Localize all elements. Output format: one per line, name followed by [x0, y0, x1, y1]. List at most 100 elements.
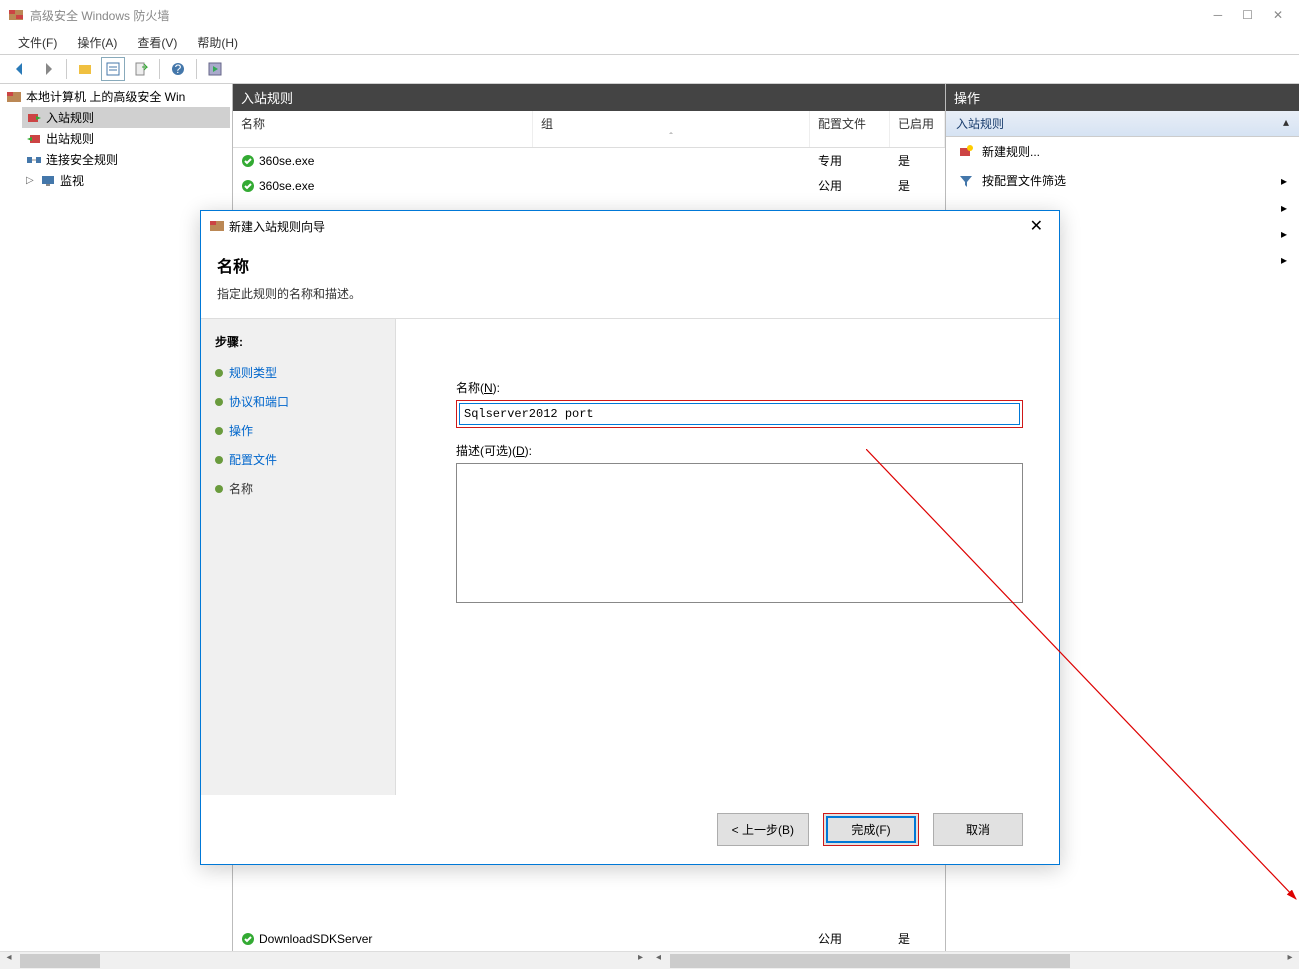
- finish-button[interactable]: 完成(F): [826, 816, 916, 843]
- description-field-label: 描述(可选)(D):: [456, 442, 1023, 459]
- bullet-icon: [215, 456, 223, 464]
- name-input-highlight: [456, 400, 1023, 428]
- rule-enabled: 是: [890, 928, 945, 949]
- collapse-icon[interactable]: ▴: [1283, 115, 1289, 132]
- svg-text:?: ?: [175, 62, 182, 76]
- expand-icon[interactable]: ▷: [26, 175, 36, 186]
- column-enabled[interactable]: 已启用: [890, 111, 945, 147]
- dialog-button-bar: < 上一步(B) 完成(F) 取消: [201, 795, 1059, 864]
- dialog-heading: 名称: [217, 253, 1043, 277]
- finish-button-highlight: 完成(F): [823, 813, 919, 846]
- table-row[interactable]: DownloadSDKServer 公用 是: [233, 926, 945, 951]
- rule-name-input[interactable]: [459, 403, 1020, 425]
- wizard-steps-sidebar: 步骤: 规则类型 协议和端口 操作 配置文件 名称: [201, 319, 396, 795]
- sort-indicator-icon: ˆ: [541, 132, 801, 143]
- menu-view[interactable]: 查看(V): [127, 32, 187, 53]
- tree-item-label: 入站规则: [46, 109, 94, 126]
- new-rule-icon: [958, 144, 974, 160]
- rule-profile: 公用: [810, 175, 890, 196]
- tree-item-outbound[interactable]: 出站规则: [22, 128, 230, 149]
- step-profile[interactable]: 配置文件: [201, 445, 395, 474]
- maximize-button[interactable]: ☐: [1242, 8, 1253, 22]
- tree-item-monitoring[interactable]: ▷ 监视: [22, 170, 230, 191]
- firewall-icon: [209, 218, 225, 234]
- bullet-icon: [215, 369, 223, 377]
- allowed-icon: [241, 154, 255, 168]
- center-header: 入站规则: [233, 84, 945, 111]
- tree-item-label: 连接安全规则: [46, 151, 118, 168]
- bullet-icon: [215, 427, 223, 435]
- rule-profile: 公用: [810, 928, 890, 949]
- submenu-arrow-icon: ▸: [1281, 201, 1287, 215]
- scroll-right-icon[interactable]: ▸: [632, 952, 650, 969]
- scroll-left-icon[interactable]: ◂: [0, 952, 18, 969]
- scroll-left-icon[interactable]: ◂: [650, 952, 668, 969]
- window-titlebar: 高级安全 Windows 防火墙 ─ ☐ ✕: [0, 0, 1299, 30]
- wizard-content: 名称(N): 描述(可选)(D):: [396, 319, 1059, 795]
- minimize-button[interactable]: ─: [1214, 8, 1223, 22]
- allowed-icon: [241, 179, 255, 193]
- menu-bar: 文件(F) 操作(A) 查看(V) 帮助(H): [0, 30, 1299, 54]
- rule-description-input[interactable]: [456, 463, 1023, 603]
- filter-icon: [958, 173, 974, 189]
- column-name[interactable]: 名称: [233, 111, 533, 147]
- step-name[interactable]: 名称: [201, 474, 395, 503]
- toolbar-separator: [66, 59, 67, 79]
- play-button[interactable]: [203, 57, 227, 81]
- toolbar: ?: [0, 54, 1299, 84]
- tree-root-label: 本地计算机 上的高级安全 Win: [26, 88, 185, 105]
- list-button[interactable]: [101, 57, 125, 81]
- action-label: 按配置文件筛选: [982, 172, 1066, 189]
- rule-name: 360se.exe: [259, 154, 314, 168]
- export-button[interactable]: [129, 57, 153, 81]
- column-profile[interactable]: 配置文件: [810, 111, 890, 147]
- action-filter-profile[interactable]: 按配置文件筛选 ▸: [946, 166, 1299, 195]
- dialog-subheading: 指定此规则的名称和描述。: [217, 285, 1043, 302]
- rule-enabled: 是: [890, 150, 945, 171]
- menu-help[interactable]: 帮助(H): [187, 32, 248, 53]
- step-rule-type[interactable]: 规则类型: [201, 358, 395, 387]
- bullet-icon: [215, 485, 223, 493]
- submenu-arrow-icon: ▸: [1281, 174, 1287, 188]
- firewall-icon: [6, 89, 22, 105]
- toolbar-separator: [159, 59, 160, 79]
- inbound-icon: [26, 110, 42, 126]
- tree-root[interactable]: 本地计算机 上的高级安全 Win: [2, 86, 230, 107]
- dialog-titlebar: 新建入站规则向导 ✕: [201, 211, 1059, 241]
- horizontal-scrollbar[interactable]: ◂ ▸ ◂ ▸: [0, 951, 1299, 969]
- table-header: 名称 组ˆ 配置文件 已启用: [233, 111, 945, 148]
- tree-item-connection-security[interactable]: 连接安全规则: [22, 149, 230, 170]
- action-new-rule[interactable]: 新建规则...: [946, 137, 1299, 166]
- table-row[interactable]: 360se.exe 专用 是: [233, 148, 945, 173]
- dialog-close-button[interactable]: ✕: [1022, 216, 1051, 236]
- menu-file[interactable]: 文件(F): [8, 32, 67, 53]
- rule-name: DownloadSDKServer: [259, 932, 372, 946]
- step-action[interactable]: 操作: [201, 416, 395, 445]
- close-button[interactable]: ✕: [1273, 8, 1283, 22]
- forward-button[interactable]: [36, 57, 60, 81]
- window-title: 高级安全 Windows 防火墙: [30, 7, 1214, 24]
- help-button[interactable]: ?: [166, 57, 190, 81]
- tree-item-label: 出站规则: [46, 130, 94, 147]
- step-protocol-port[interactable]: 协议和端口: [201, 387, 395, 416]
- connection-icon: [26, 152, 42, 168]
- tree-item-inbound[interactable]: 入站规则: [22, 107, 230, 128]
- folder-button[interactable]: [73, 57, 97, 81]
- name-field-label: 名称(N):: [456, 379, 1023, 396]
- back-button[interactable]: [8, 57, 32, 81]
- menu-action[interactable]: 操作(A): [67, 32, 127, 53]
- back-button[interactable]: < 上一步(B): [717, 813, 809, 846]
- toolbar-separator: [196, 59, 197, 79]
- rule-name: 360se.exe: [259, 179, 314, 193]
- cancel-button[interactable]: 取消: [933, 813, 1023, 846]
- bullet-icon: [215, 398, 223, 406]
- monitor-icon: [40, 173, 56, 189]
- new-rule-wizard-dialog: 新建入站规则向导 ✕ 名称 指定此规则的名称和描述。 步骤: 规则类型 协议和端…: [200, 210, 1060, 865]
- column-group[interactable]: 组ˆ: [533, 111, 810, 147]
- steps-title: 步骤:: [201, 329, 395, 358]
- table-row[interactable]: 360se.exe 公用 是: [233, 173, 945, 198]
- rule-enabled: 是: [890, 175, 945, 196]
- scroll-right-icon[interactable]: ▸: [1281, 952, 1299, 969]
- actions-section-header[interactable]: 入站规则 ▴: [946, 111, 1299, 137]
- action-label: 新建规则...: [982, 143, 1040, 160]
